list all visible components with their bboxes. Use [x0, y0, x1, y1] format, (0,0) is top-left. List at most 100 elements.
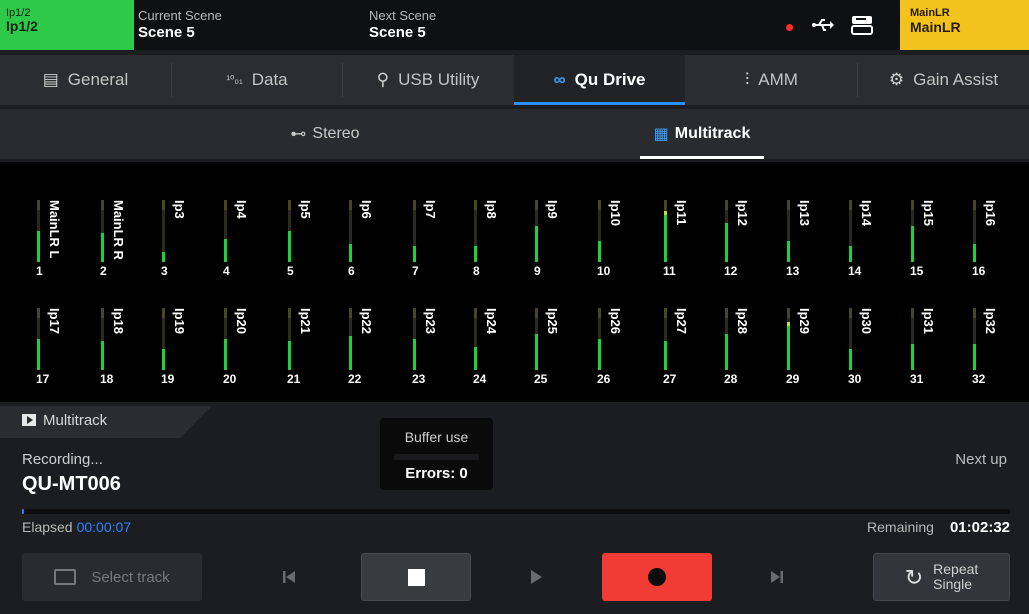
- tab-usb-utility[interactable]: ⚲ USB Utility: [343, 55, 513, 105]
- play-icon: [531, 570, 542, 584]
- channel-number: 6: [348, 264, 355, 278]
- top-status-bar: Ip1/2 Ip1/2 Current Scene Scene 5 Next S…: [0, 0, 1029, 50]
- tab-general[interactable]: ▤ General: [0, 55, 171, 105]
- usb-utility-icon: ⚲: [376, 70, 390, 89]
- meter-fill: [288, 231, 291, 262]
- channel-name: MainLR L: [47, 200, 62, 272]
- channel-name-text: Ip20: [234, 308, 249, 335]
- level-meter: [849, 200, 852, 262]
- level-meter: [598, 308, 601, 370]
- tab-amm[interactable]: ⫶ AMM: [686, 55, 857, 105]
- channel-name-text: Ip28: [735, 308, 750, 335]
- level-meter: [349, 200, 352, 262]
- meter-fill: [349, 244, 352, 262]
- meter-fill: [911, 344, 914, 370]
- channel-number: 16: [972, 264, 986, 278]
- channel-name: Ip3: [172, 200, 187, 272]
- meter-fill: [535, 334, 538, 370]
- channel-name-text: Ip19: [172, 308, 187, 335]
- channel-number: 17: [36, 372, 50, 386]
- channel-number: 13: [786, 264, 800, 278]
- channel-name-text: Ip6: [359, 200, 374, 219]
- meter-headroom: [288, 308, 291, 318]
- meter-headroom: [598, 200, 601, 210]
- channel-strip: Ip15 15: [910, 180, 960, 280]
- meter-fill: [37, 339, 40, 370]
- next-track-button[interactable]: [722, 553, 832, 601]
- channel-name: Ip16: [983, 200, 998, 272]
- meter-fill: [349, 336, 352, 370]
- track-name: QU-MT006: [22, 473, 121, 495]
- level-meter: [598, 200, 601, 262]
- tab-data[interactable]: ¹⁰₀₁ Data: [172, 55, 342, 105]
- channel-strip: Ip6 6: [348, 180, 398, 280]
- channel-number: 3: [161, 264, 168, 278]
- current-scene[interactable]: Current Scene Scene 5: [138, 0, 222, 50]
- channel-strip: Ip24 24: [473, 288, 523, 388]
- repeat-mode-button[interactable]: ↻ Repeat Single: [873, 553, 1010, 601]
- channel-name-text: Ip3: [172, 200, 187, 219]
- channel-number: 14: [848, 264, 862, 278]
- select-track-button[interactable]: Select track: [22, 553, 202, 601]
- channel-name: Ip17: [47, 308, 62, 380]
- play-button[interactable]: [481, 553, 591, 601]
- channel-name-text: Ip18: [111, 308, 126, 335]
- record-button[interactable]: [602, 553, 712, 601]
- meter-fill: [413, 339, 416, 370]
- level-meter: [224, 200, 227, 262]
- meter-headroom: [664, 308, 667, 318]
- binary-data-icon: ¹⁰₀₁: [226, 74, 243, 86]
- channel-number: 10: [597, 264, 611, 278]
- meter-headroom: [474, 200, 477, 210]
- channel-name: Ip28: [735, 308, 750, 380]
- previous-track-button[interactable]: [234, 553, 344, 601]
- meter-fill: [101, 233, 104, 262]
- subtab-stereo[interactable]: ⊷ Stereo: [270, 109, 380, 159]
- channel-name-text: Ip7: [423, 200, 438, 219]
- meter-fill: [101, 341, 104, 370]
- repeat-icon: ↻: [904, 564, 924, 590]
- elapsed-value: 00:00:07: [76, 519, 132, 535]
- channel-number: 28: [724, 372, 738, 386]
- meter-headroom: [535, 200, 538, 210]
- stop-button[interactable]: [361, 553, 471, 601]
- meter-fill: [725, 334, 728, 370]
- meter-headroom: [101, 308, 104, 318]
- selected-mix[interactable]: MainLR MainLR: [900, 0, 1029, 50]
- meter-fill: [725, 223, 728, 262]
- record-icon: [648, 568, 666, 586]
- channel-name-text: Ip26: [608, 308, 623, 335]
- tab-general-label: General: [67, 70, 129, 89]
- meter-headroom: [37, 308, 40, 318]
- meter-headroom: [725, 200, 728, 210]
- next-up-label: Next up: [955, 451, 1007, 468]
- level-meter: [535, 200, 538, 262]
- usb-icon: [812, 19, 834, 31]
- meter-headroom: [349, 200, 352, 210]
- subtab-multitrack[interactable]: ▦ Multitrack: [632, 109, 772, 159]
- channel-number: 12: [724, 264, 738, 278]
- tab-gain-assist[interactable]: ⚙ Gain Assist: [858, 55, 1029, 105]
- channel-name-text: Ip25: [545, 308, 560, 335]
- selected-mix-line1: MainLR: [910, 7, 950, 19]
- channel-name: Ip9: [545, 200, 560, 272]
- next-scene[interactable]: Next Scene Scene 5: [369, 0, 436, 50]
- tab-qu-drive[interactable]: ∞ Qu Drive: [514, 55, 685, 105]
- meter-fill: [664, 341, 667, 370]
- usb-icon: ⊷: [290, 126, 307, 143]
- channel-name-text: Ip8: [484, 200, 499, 219]
- level-meter: [725, 200, 728, 262]
- tab-usb-utility-label: USB Utility: [398, 70, 480, 89]
- level-meter: [101, 308, 104, 370]
- channel-name-text: Ip9: [545, 200, 560, 219]
- meter-headroom: [911, 200, 914, 210]
- channel-strip: Ip31 31: [910, 288, 960, 388]
- selected-channel[interactable]: Ip1/2 Ip1/2: [0, 0, 134, 50]
- meter-fill: [787, 326, 790, 370]
- channel-name-text: Ip4: [234, 200, 249, 219]
- meter-headroom: [973, 308, 976, 318]
- channel-name-text: Ip24: [484, 308, 499, 335]
- channel-name: Ip6: [359, 200, 374, 272]
- level-meter: [413, 308, 416, 370]
- document-icon: ▤: [42, 70, 59, 89]
